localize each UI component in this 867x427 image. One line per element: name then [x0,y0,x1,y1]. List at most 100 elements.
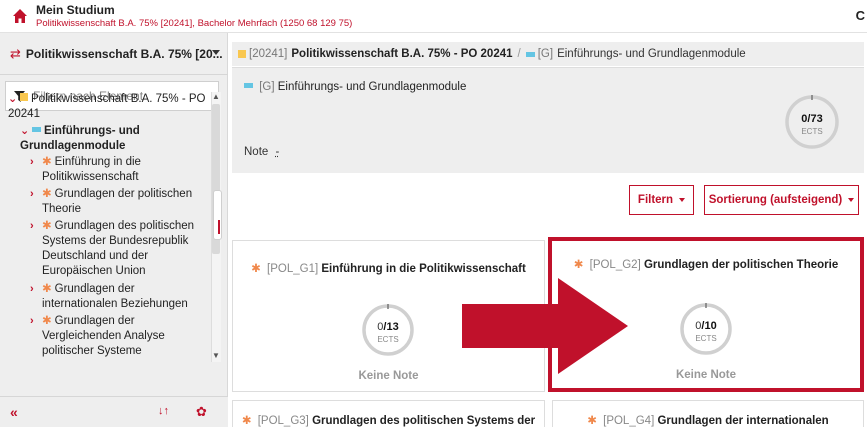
program-marker-icon [238,50,246,58]
chevron-right-icon[interactable]: › [30,219,42,279]
sort-icon[interactable]: ↓↑ [158,405,169,417]
tree-item-label: ✱ Grundlagen der internationalen Beziehun… [42,282,188,312]
tree-item-line: Grundlagen der [54,283,135,295]
tree-item-module-g4[interactable]: › ✱ Grundlagen der internationalen Bezieh… [30,282,208,312]
group-marker-icon [244,83,253,88]
tree-item-module-g2[interactable]: › ✱ Grundlagen der politischen Theorie [30,187,208,217]
module-code: [POL_G4] [603,415,655,427]
ects-progress-ring: 0/73 ECTS [784,94,840,150]
tree-item-line: Grundlagenmodule [20,140,126,152]
tree-item-line: internationalen Beziehungen [42,298,188,310]
module-code: [POL_G1] [267,263,319,275]
breadcrumb-item-program[interactable]: Politikwissenschaft B.A. 75% - PO 20241 [291,48,512,60]
tree-item-line: Grundlagen der [54,315,135,327]
scroll-up-icon[interactable]: ▲ [212,92,220,101]
tree-item-line: Systems der Bundesrepublik [42,235,189,247]
ects-total: /73 [807,113,823,125]
collapse-sidebar-icon[interactable]: « [10,404,18,420]
chevron-down-icon [848,198,855,202]
module-marker-icon: ✱ [42,283,52,295]
tree-item-group[interactable]: ⌄ Einführungs- und Grundlagenmodule [20,124,205,154]
home-icon[interactable] [12,8,28,24]
module-marker-icon: ✱ [42,220,52,232]
ects-unit: ECTS [377,335,399,344]
tree-item-label: ✱ Einführung in die Politikwissenschaft [42,155,141,185]
module-code: [POL_G3] [257,415,309,427]
tree-item-line: Grundlagen der politischen [54,188,193,200]
module-title: Einführung in die Politikwissenschaft [321,263,526,275]
ects-value: 0/13 [361,321,415,333]
tree-item-label: Einführungs- und Grundlagenmodule [20,124,140,154]
tree-item-line: Vergleichenden Analyse [42,330,165,342]
breadcrumb-code: [G] [537,48,554,60]
module-title: Grundlagen der internationalen [657,415,829,427]
program-switch-label: Politikwissenschaft B.A. 75% [20... [25,46,223,61]
gear-icon[interactable]: ✿ [196,404,207,420]
tree-item-line: Europäischen Union [42,265,146,277]
module-marker-icon: ✱ [251,263,261,275]
program-switch[interactable]: ⇄ Politikwissenschaft B.A. 75% [20... [0,33,228,75]
resize-grip-icon [218,220,220,234]
module-marker-icon: ✱ [42,156,52,168]
chevron-down-icon [212,50,220,55]
module-marker-icon: ✱ [42,188,52,200]
tree-item-line: Einführung in die [54,156,141,168]
group-marker-icon [525,51,535,57]
scroll-down-icon[interactable]: ▼ [212,351,220,360]
top-right-glyph[interactable]: C [856,8,865,23]
module-card-title: ✱ [POL_G1] Einführung in die Politikwiss… [233,261,544,275]
filter-button-label: Filtern [637,194,674,206]
ects-total: /13 [383,321,399,333]
breadcrumb-item-group[interactable]: Einführungs- und Grundlagenmodule [557,48,746,60]
tree-item-line: Politikwissenschaft B.A. 75% - PO [31,93,206,105]
chevron-down-icon [679,198,686,202]
tree-item-label: Politikwissenschaft B.A. 75% - PO 20241 [8,92,206,122]
tree-item-program[interactable]: ⌄ Politikwissenschaft B.A. 75% - PO 2024… [8,92,208,122]
group-code: [G] [259,81,275,93]
swap-icon: ⇄ [10,45,21,61]
tree-item-module-g5[interactable]: › ✱ Grundlagen der Vergleichenden Analyse… [30,314,208,359]
breadcrumb: [20241] Politikwissenschaft B.A. 75% - P… [232,42,864,66]
tree-item-line: Grundlagen des politischen [54,220,195,232]
module-marker-icon: ✱ [241,415,252,427]
group-summary: [G] Einführungs- und Grundlagenmodule No… [232,67,864,173]
tree-item-module-g3[interactable]: › ✱ Grundlagen des politischen Systems de… [30,219,208,279]
sort-button-label: Sortierung (aufsteigend) [708,194,843,206]
chevron-right-icon[interactable]: › [30,187,42,217]
ects-unit: ECTS [801,127,823,136]
module-tree: ⌄ Politikwissenschaft B.A. 75% - PO 2024… [0,92,210,362]
module-card[interactable]: ✱ [POL_G4] Grundlagen der internationale… [552,400,864,427]
page-title: Mein Studium [36,3,115,17]
module-marker-icon: ✱ [587,415,597,427]
tree-item-line: Deutschland und der [42,250,149,262]
tree-item-label: ✱ Grundlagen des politischen Systems der … [42,219,194,279]
tree-item-label: ✱ Grundlagen der politischen Theorie [42,187,192,217]
breadcrumb-separator: / [517,48,521,60]
filter-button[interactable]: Filtern [629,185,694,215]
program-marker-icon [20,93,28,101]
tree-item-line: Einführungs- und [44,125,140,137]
breadcrumb-code: [20241] [249,48,288,60]
sidebar-footer: « ↓↑ ✿ [0,396,228,427]
group-marker-icon [32,127,41,132]
tree-item-module-g1[interactable]: › ✱ Einführung in die Politikwissenschaft [30,155,208,185]
module-title: Grundlagen des politischen Systems der [312,415,536,427]
tree-item-line: 20241 [8,108,40,120]
module-card-title: ✱ [POL_G3] Grundlagen des politischen Sy… [233,413,544,427]
page-subtitle: Politikwissenschaft B.A. 75% [20241], Ba… [36,18,353,29]
module-marker-icon: ✱ [42,315,52,327]
module-card-title: ✱ [POL_G4] Grundlagen der internationale… [553,413,863,427]
group-title: [G] Einführungs- und Grundlagenmodule [244,81,466,93]
chevron-right-icon[interactable]: › [30,155,42,185]
tree-item-label: ✱ Grundlagen der Vergleichenden Analyse p… [42,314,165,359]
top-bar: Mein Studium Politikwissenschaft B.A. 75… [0,0,867,33]
sort-button[interactable]: Sortierung (aufsteigend) [704,185,859,215]
chevron-right-icon[interactable]: › [30,282,42,312]
annotation-arrow [462,278,628,374]
tree-item-line: Theorie [42,203,81,215]
module-card[interactable]: ✱ [POL_G3] Grundlagen des politischen Sy… [232,400,545,427]
tree-item-line: Politikwissenschaft [42,171,139,183]
ects-value: 0/73 [784,113,840,125]
chevron-right-icon[interactable]: › [30,314,42,359]
tree-item-line: politischer Systeme [42,345,142,357]
